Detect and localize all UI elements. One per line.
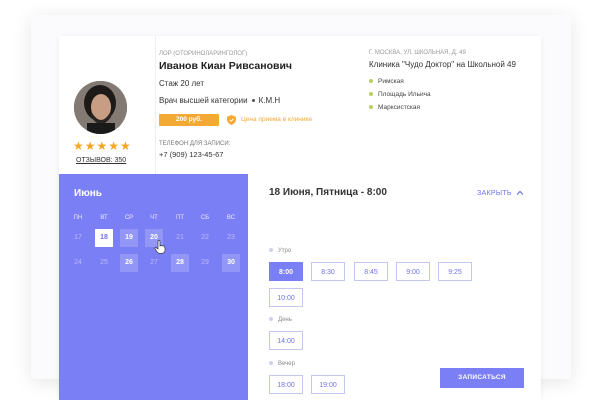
- weekday-label: СР: [124, 215, 134, 221]
- clinic-address: г. Москва, ул. Школьная, д. 49: [369, 50, 466, 56]
- chevron-up-icon[interactable]: [516, 189, 524, 197]
- time-slot[interactable]: 8:45: [354, 262, 388, 281]
- doctor-info: ★★★★★ ОТЗЫВОВ: 350 ЛОР (оториноларинголо…: [59, 36, 541, 174]
- doctor-category: Врач высшей категории К.М.Н: [159, 96, 280, 105]
- price-badge: 200 руб.: [159, 114, 219, 126]
- doctor-photo-column: ★★★★★ ОТЗЫВОВ: 350: [59, 36, 156, 174]
- clinic-name[interactable]: Клиника "Чудо Доктор" на Школьной 49: [369, 60, 516, 69]
- calendar-day: 21: [176, 234, 184, 241]
- calendar-day: 25: [100, 259, 108, 266]
- metro-station-label: Площадь Ильича: [378, 91, 431, 98]
- close-button[interactable]: ЗАКРЫТЬ: [477, 190, 512, 197]
- metro-station: Площадь Ильича: [369, 91, 431, 98]
- rating-stars: ★★★★★: [73, 139, 132, 153]
- doctor-specialty: ЛОР (оториноларинголог): [159, 51, 248, 57]
- period-dot-icon: [269, 361, 273, 366]
- period-label: День: [269, 317, 292, 323]
- metro-dot-icon: [369, 105, 373, 110]
- calendar-month: Июнь: [74, 188, 102, 199]
- period-name: Утро: [278, 248, 292, 254]
- calendar-day: 27: [150, 259, 158, 266]
- weekday-label: ВС: [226, 215, 236, 221]
- calendar-day[interactable]: 19: [120, 229, 138, 247]
- calendar-day: 24: [74, 259, 82, 266]
- separator-dot: [251, 99, 255, 103]
- calendar-day[interactable]: 28: [171, 254, 189, 272]
- weekday-label: СБ: [200, 215, 210, 221]
- hand-cursor-icon: [154, 240, 166, 254]
- period-label: Вечер: [269, 361, 295, 367]
- category-text: Врач высшей категории: [159, 96, 248, 105]
- metro-station-label: Римская: [378, 78, 404, 85]
- time-slots-panel: 18 Июня, Пятница - 8:00 ЗАКРЫТЬ Утро 8:00…: [248, 174, 541, 400]
- period-name: Вечер: [278, 361, 295, 367]
- weekday-label: ПН: [73, 215, 83, 221]
- shield-icon: [227, 115, 236, 125]
- metro-dot-icon: [369, 79, 373, 84]
- calendar-day[interactable]: 26: [120, 254, 138, 272]
- time-slot-selected[interactable]: 8:00: [269, 262, 303, 281]
- time-slot[interactable]: 9:25: [438, 262, 472, 281]
- doctor-card: ★★★★★ ОТЗЫВОВ: 350 ЛОР (оториноларинголо…: [59, 36, 541, 400]
- metro-dot-icon: [369, 92, 373, 97]
- reviews-link[interactable]: ОТЗЫВОВ: 350: [76, 157, 126, 164]
- degree-text: К.М.Н: [258, 96, 281, 105]
- period-label: Утро: [269, 248, 291, 254]
- doctor-name: Иванов Киан Ривсанович: [159, 60, 293, 72]
- calendar-panel: Июнь ПН ВТ СР ЧТ ПТ СБ ВС 17 18 19 20 21 22 23 24 25 26…: [59, 174, 248, 400]
- period-dot-icon: [269, 248, 273, 253]
- time-slot[interactable]: 10:00: [269, 288, 303, 307]
- weekday-label: ПТ: [176, 215, 184, 221]
- price-note: Цена приема в клинике: [241, 116, 313, 123]
- metro-station: Римская: [369, 78, 404, 85]
- calendar-day[interactable]: 30: [222, 254, 240, 272]
- weekday-label: ЧТ: [150, 215, 158, 221]
- calendar-day: 22: [201, 234, 209, 241]
- time-slot[interactable]: 19:00: [311, 375, 345, 394]
- period-dot-icon: [269, 317, 273, 322]
- phone-number[interactable]: +7 (909) 123-45-67: [159, 150, 223, 159]
- time-slot[interactable]: 9:00: [396, 262, 430, 281]
- calendar-day: 29: [201, 259, 209, 266]
- metro-station-label: Марксистская: [378, 104, 421, 111]
- avatar-photo: [74, 81, 127, 134]
- period-name: День: [278, 317, 292, 323]
- book-button[interactable]: Записаться: [440, 368, 524, 388]
- time-slot[interactable]: 14:00: [269, 331, 303, 350]
- selected-datetime: 18 Июня, Пятница - 8:00: [269, 187, 387, 198]
- time-slot[interactable]: 18:00: [269, 375, 303, 394]
- calendar-day: 17: [74, 234, 82, 241]
- doctor-avatar[interactable]: [74, 81, 127, 134]
- doctor-experience: Стаж 20 лет: [159, 79, 205, 88]
- calendar-day-selected[interactable]: 18: [95, 229, 113, 247]
- time-slot[interactable]: 8:30: [311, 262, 345, 281]
- weekday-label: ВТ: [100, 215, 108, 221]
- metro-station: Марксистская: [369, 104, 420, 111]
- phone-label: Телефон для записи:: [159, 141, 231, 147]
- calendar-day: 23: [227, 234, 235, 241]
